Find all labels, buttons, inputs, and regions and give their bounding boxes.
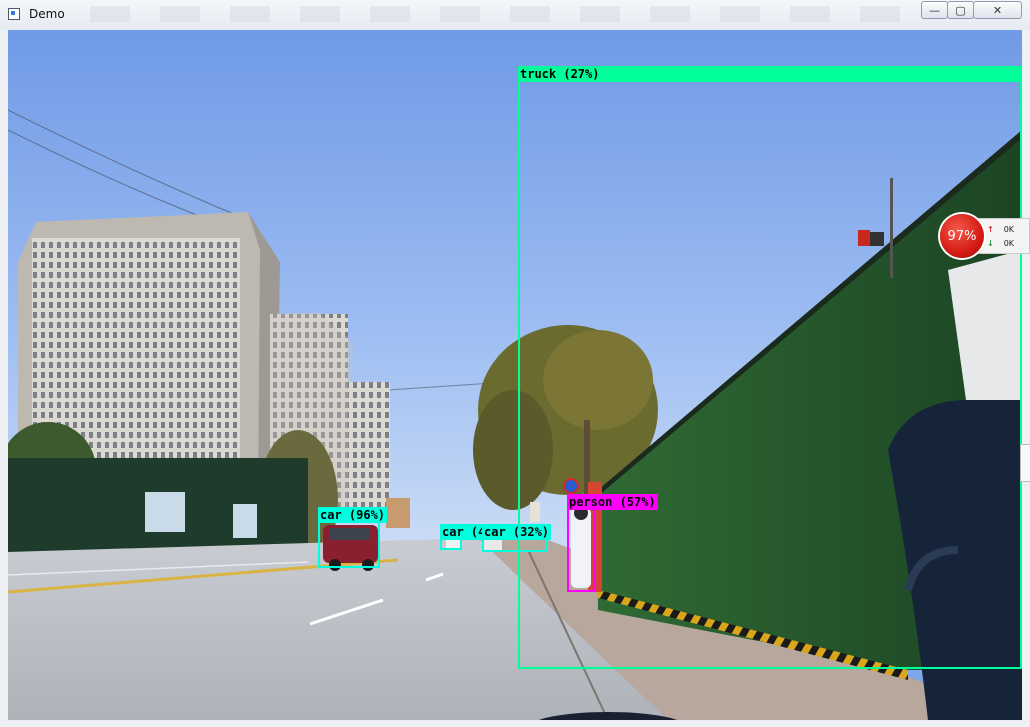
detection-box-car: car (4 [440, 524, 488, 550]
upload-speed: 0K [1003, 225, 1015, 234]
upload-row: ↑ 0K [987, 225, 1014, 234]
window-title: Demo [29, 7, 65, 21]
detection-label: person (57%) [567, 494, 658, 510]
memory-usage-ball[interactable]: 97% [940, 214, 984, 258]
video-frame: truck (27%) car (96%) car (4 car (32%) p… [8, 30, 1022, 720]
background-window-ghost [90, 6, 910, 22]
side-panel-tab[interactable] [1020, 444, 1030, 482]
download-speed: 0K [1003, 239, 1015, 248]
detection-label: car (96%) [318, 507, 388, 523]
detection-box-car: car (32%) [482, 524, 552, 552]
network-speed-widget[interactable]: ↑ 0K ↓ 0K 97% [940, 214, 1030, 258]
window-titlebar[interactable]: Demo — ▢ ✕ [0, 0, 1030, 30]
detection-box-car: car (96%) [318, 507, 388, 568]
upload-arrow-icon: ↑ [987, 225, 994, 234]
app-window-icon [8, 8, 20, 20]
minimize-button[interactable]: — [921, 1, 948, 19]
maximize-button[interactable]: ▢ [947, 1, 974, 19]
memory-usage-percent: 97% [947, 228, 977, 244]
close-button[interactable]: ✕ [973, 1, 1022, 19]
detection-label: car (32%) [482, 524, 552, 540]
detection-box-person: person (57%) [567, 494, 658, 592]
detection-label: car (4 [440, 524, 488, 540]
close-icon: ✕ [992, 3, 1003, 17]
download-row: ↓ 0K [987, 239, 1014, 248]
detection-label: truck (27%) [518, 66, 1022, 82]
download-arrow-icon: ↓ [987, 239, 994, 248]
minimize-icon: — [929, 3, 940, 17]
maximize-icon: ▢ [955, 3, 966, 17]
